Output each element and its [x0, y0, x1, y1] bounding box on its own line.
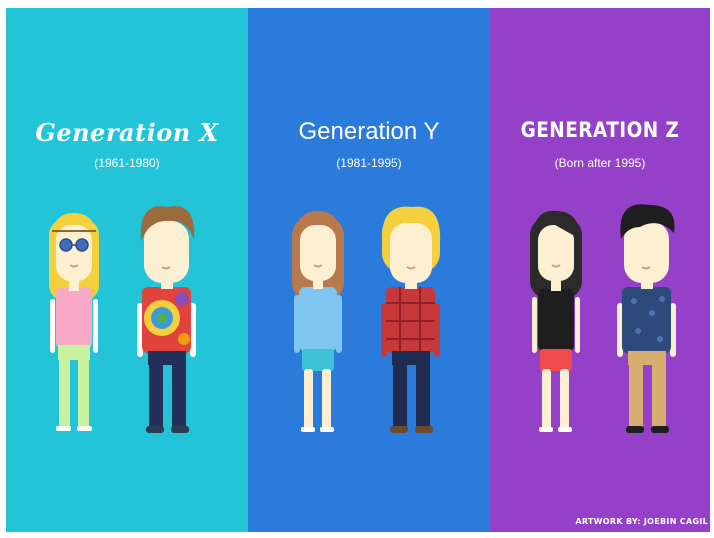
gen-z-woman-figure	[530, 210, 582, 432]
generation-z-panel: GENERATION Z (Born after 1995) ARTWORK B…	[490, 8, 710, 532]
generation-z-years: (Born after 1995)	[554, 156, 646, 170]
generation-y-years: (1981-1995)	[336, 156, 402, 170]
generation-z-figures	[530, 204, 676, 433]
generation-x-figures	[49, 206, 196, 433]
gen-z-man-figure	[617, 204, 676, 433]
millennial-woman-figure	[292, 211, 344, 432]
millennial-man-figure	[381, 206, 441, 433]
generation-x-panel: Generation X (1961-1980)	[6, 8, 248, 532]
hippie-man-figure	[137, 206, 196, 433]
artwork-credit: ARTWORK BY: JOEBIN CAGIL	[575, 517, 708, 526]
generation-x-title: Generation X	[35, 118, 219, 147]
generation-z-title: GENERATION Z	[520, 118, 680, 142]
generation-y-title: Generation Y	[298, 118, 440, 145]
generation-y-panel: Generation Y (1981-1995)	[248, 8, 490, 532]
generation-x-years: (1961-1980)	[94, 156, 160, 170]
hippie-woman-figure	[49, 213, 99, 431]
generation-y-figures	[292, 206, 441, 433]
